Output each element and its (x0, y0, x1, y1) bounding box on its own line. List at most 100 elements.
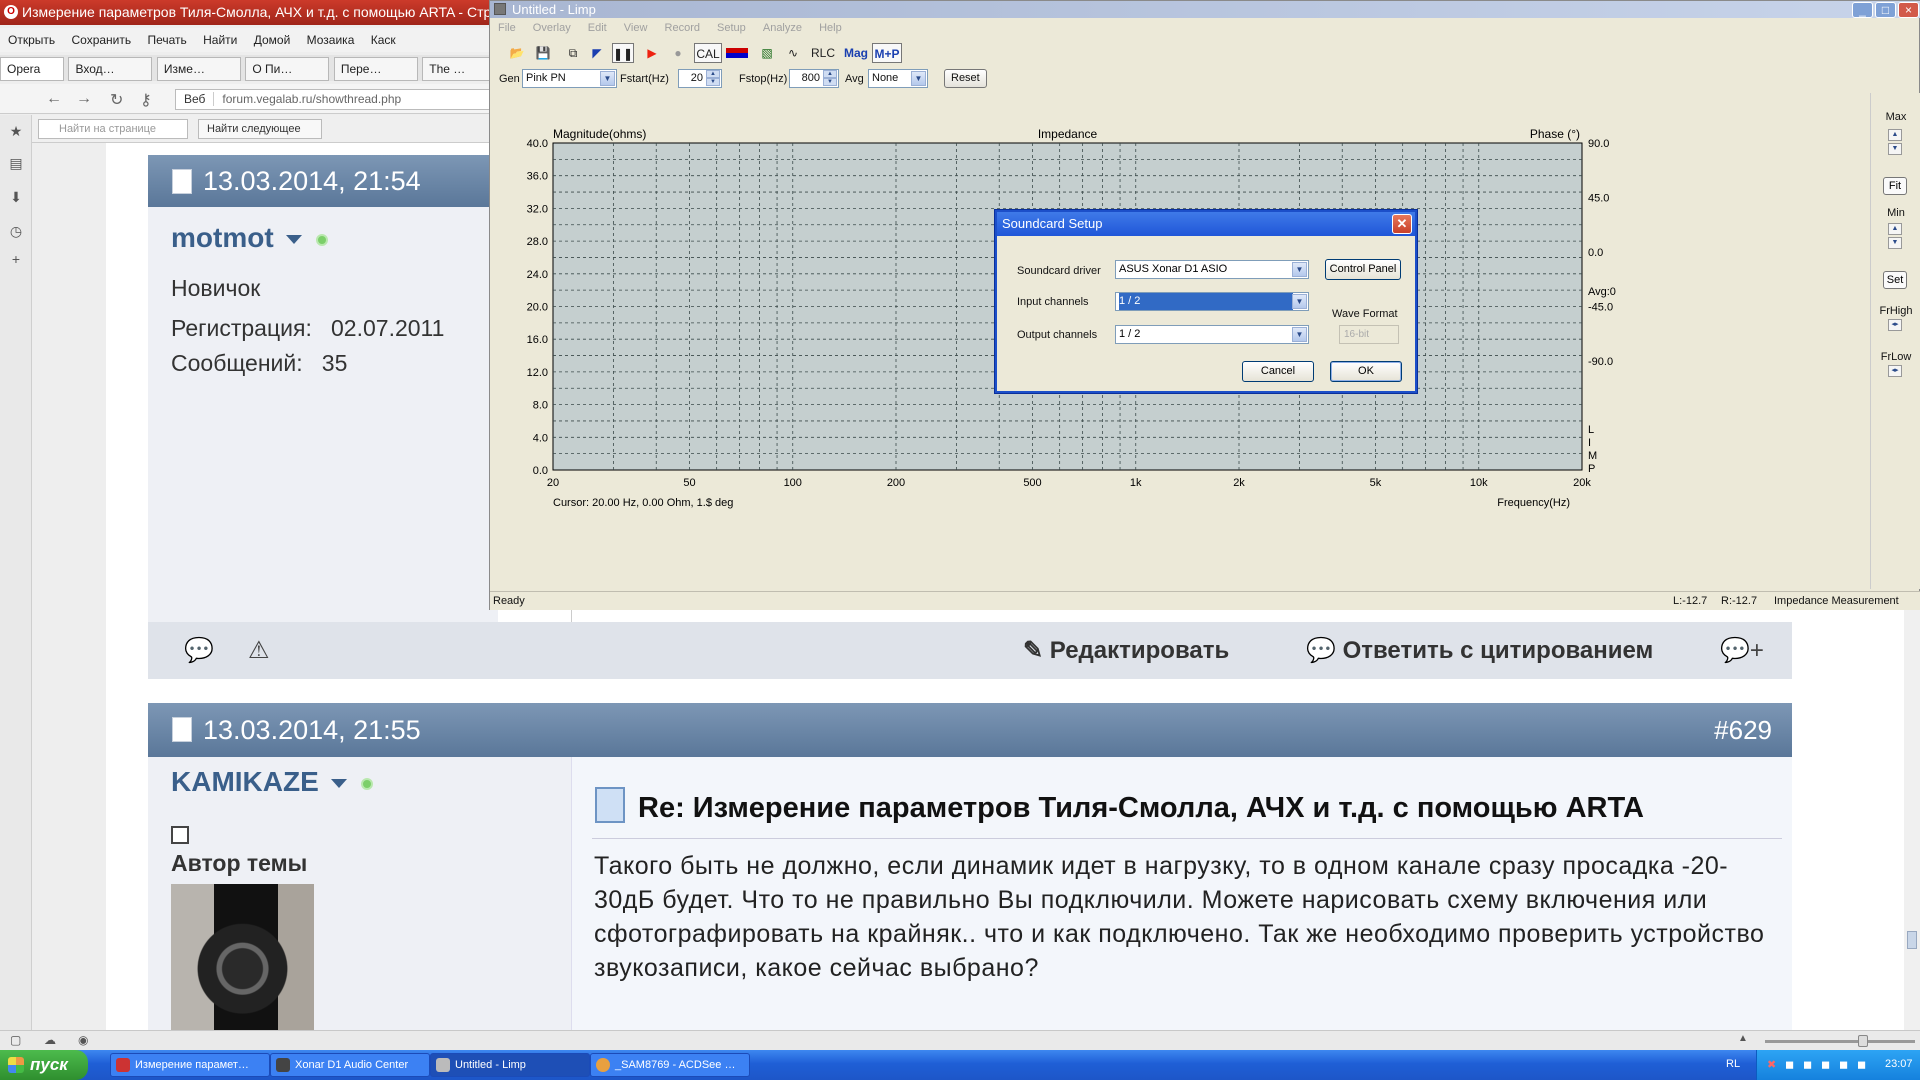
menu-edit[interactable]: Edit (580, 19, 613, 34)
avatar[interactable] (171, 884, 314, 1030)
speed-dial-icon[interactable]: ◉ (78, 1033, 88, 1047)
find-button[interactable]: Найти (195, 28, 242, 47)
fit-button[interactable]: Fit (1883, 177, 1907, 195)
edit-label[interactable]: Редактировать (1050, 637, 1229, 664)
spin-down-icon[interactable]: ▼ (823, 78, 837, 86)
waveform-icon[interactable]: ∿ (782, 43, 804, 63)
site-badge[interactable]: Веб (184, 92, 215, 106)
multi-quote-icon[interactable]: 💬+ (1720, 636, 1764, 665)
open-folder-icon[interactable]: 📂 (506, 43, 528, 63)
start-label[interactable]: пуск (30, 1055, 68, 1074)
control-panel-button[interactable]: Control Panel (1325, 259, 1401, 280)
fstart-stepper[interactable]: 20 ▲ ▼ (678, 69, 722, 88)
opera-menu-tab[interactable]: Opera (0, 57, 64, 81)
forward-arrow-icon[interactable]: → (76, 90, 92, 108)
address-bar[interactable]: Веб forum.vegalab.ru/showthread.php (175, 89, 495, 110)
find-input[interactable]: Найти на странице (38, 119, 188, 139)
fstart-value[interactable]: 20 (691, 72, 703, 84)
max-up-icon[interactable]: ▲ (1888, 129, 1902, 141)
spin-down-icon[interactable]: ▼ (706, 78, 720, 86)
menu-record[interactable]: Record (657, 19, 706, 34)
input-channels-select[interactable]: 1 / 2 ▼ (1115, 292, 1309, 311)
tab-about[interactable]: О Пи… (245, 57, 330, 81)
fstop-value[interactable]: 800 (802, 72, 820, 84)
pause-icon[interactable]: ❚❚ (612, 43, 634, 63)
menu-analyze[interactable]: Analyze (755, 19, 808, 34)
tray-icon[interactable]: ◼ (1821, 1058, 1830, 1071)
chevron-down-icon[interactable]: ▼ (1292, 294, 1307, 309)
maximize-icon[interactable]: □ (1875, 2, 1896, 18)
language-indicator[interactable]: RL (1726, 1058, 1740, 1070)
chevron-down-icon[interactable]: ▼ (911, 71, 926, 86)
tile-button[interactable]: Мозаика (299, 28, 360, 47)
play-icon[interactable]: ▶ (641, 43, 663, 63)
task-label[interactable]: Untitled - Limp (455, 1059, 526, 1071)
menu-setup[interactable]: Setup (709, 19, 752, 34)
username-link[interactable]: motmot (171, 222, 328, 254)
edit-button[interactable]: ✎ Редактировать (1023, 636, 1229, 665)
copy-icon[interactable]: ⧉ (562, 43, 584, 63)
generator-select[interactable]: Pink PN ▼ (522, 69, 617, 88)
notes-icon[interactable]: ▤ (8, 155, 24, 171)
chevron-down-icon[interactable]: ▼ (1292, 262, 1307, 277)
cal-button[interactable]: CAL (694, 43, 722, 63)
rlc-button[interactable]: RLC (808, 43, 838, 63)
min-up-icon[interactable]: ▲ (1888, 223, 1902, 235)
start-button[interactable]: пуск (0, 1050, 88, 1080)
zoom-slider-handle[interactable] (1858, 1035, 1868, 1047)
quote-reply-button[interactable]: 💬 Ответить с цитированием (1306, 636, 1653, 665)
clock[interactable]: 23:07 (1885, 1058, 1913, 1070)
taskbar-item-acdsee[interactable]: _SAM8769 - ACDSee … (590, 1053, 750, 1077)
downloads-icon[interactable]: ⬇ (8, 189, 24, 205)
bookmarks-star-icon[interactable]: ★ (8, 123, 24, 139)
tray-icon[interactable]: ◼ (1839, 1058, 1848, 1071)
reset-button[interactable]: Reset (944, 69, 987, 88)
tab-translate[interactable]: Пере… (333, 57, 418, 81)
tab-the[interactable]: The … (422, 57, 490, 81)
chevron-down-icon[interactable] (330, 779, 347, 789)
panel-toggle-icon[interactable]: ▢ (10, 1033, 21, 1047)
frlow-arrows-icon[interactable]: ◂▸ (1888, 365, 1902, 377)
color-swatch-icon[interactable] (726, 48, 748, 58)
taskbar-item-limp[interactable]: Untitled - Limp (430, 1053, 590, 1077)
mag-button[interactable]: Mag (842, 43, 870, 63)
output-channels-select[interactable]: 1 / 2 ▼ (1115, 325, 1309, 344)
print-button[interactable]: Печать (139, 28, 191, 47)
reload-icon[interactable]: ↻ (110, 90, 123, 110)
menu-overlay[interactable]: Overlay (525, 19, 577, 34)
report-warning-icon[interactable]: ⚠ (248, 636, 270, 665)
tray-icon[interactable]: ◼ (1857, 1058, 1866, 1071)
spin-up-icon[interactable]: ▲ (823, 70, 837, 78)
quote-label[interactable]: Ответить с цитированием (1343, 637, 1654, 664)
username-text[interactable]: motmot (171, 222, 274, 253)
save-button[interactable]: Сохранить (63, 28, 136, 47)
history-clock-icon[interactable]: ◷ (8, 223, 24, 239)
menu-view[interactable]: View (616, 19, 654, 34)
username-text[interactable]: KAMIKAZE (171, 766, 319, 797)
fstop-stepper[interactable]: 800 ▲ ▼ (789, 69, 839, 88)
frhigh-arrows-icon[interactable]: ◂▸ (1888, 319, 1902, 331)
minimize-icon[interactable]: _ (1852, 2, 1873, 18)
spin-up-icon[interactable]: ▲ (706, 70, 720, 78)
task-label[interactable]: _SAM8769 - ACDSee … (615, 1059, 735, 1071)
driver-select[interactable]: ASUS Xonar D1 ASIO ▼ (1115, 260, 1309, 279)
reputation-icon[interactable]: 💬 (184, 636, 214, 665)
close-icon[interactable]: × (1898, 2, 1919, 18)
find-next-button[interactable]: Найти следующее (198, 119, 322, 139)
add-panel-icon[interactable]: + (8, 251, 24, 267)
cascade-button[interactable]: Каск (363, 28, 401, 47)
marker-icon[interactable]: ◤ (586, 43, 608, 63)
ok-button[interactable]: OK (1330, 361, 1402, 382)
taskbar-item-browser[interactable]: Измерение парамет… (110, 1053, 270, 1077)
key-icon[interactable]: ⚷ (140, 90, 152, 110)
post-number-link[interactable]: #629 (1714, 703, 1772, 757)
cancel-button[interactable]: Cancel (1242, 361, 1314, 382)
tray-icon[interactable]: ◼ (1785, 1058, 1794, 1071)
mag-phase-button[interactable]: M+P (872, 43, 902, 63)
tray-icon[interactable]: ✖ (1767, 1058, 1776, 1071)
tray-icon[interactable]: ◼ (1803, 1058, 1812, 1071)
scrollbar-thumb[interactable] (1907, 931, 1917, 949)
taskbar-item-xonar[interactable]: Xonar D1 Audio Center (270, 1053, 430, 1077)
task-label[interactable]: Xonar D1 Audio Center (295, 1059, 408, 1071)
max-down-icon[interactable]: ▼ (1888, 143, 1902, 155)
